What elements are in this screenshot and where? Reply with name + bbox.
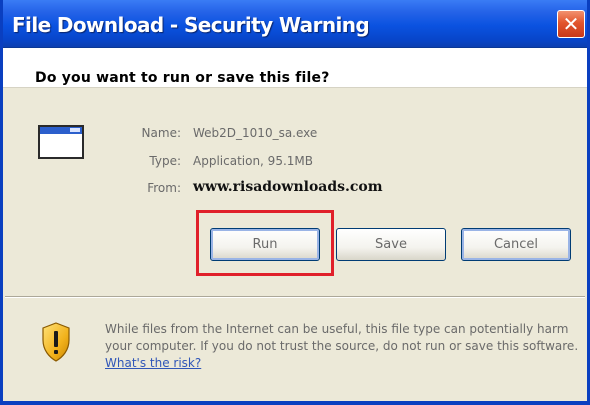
save-button[interactable]: Save (336, 228, 446, 261)
separator (5, 296, 585, 298)
close-icon: ✕ (562, 12, 580, 36)
save-button-label: Save (375, 237, 407, 252)
dialog-question: Do you want to run or save this file? (35, 70, 330, 86)
type-value: Application, 95.1MB (193, 154, 313, 168)
icon-window-buttons (70, 128, 80, 132)
cancel-button-label: Cancel (493, 237, 539, 252)
type-label: Type: (149, 154, 181, 168)
name-label: Name: (141, 126, 181, 140)
from-label: From: (147, 181, 181, 195)
run-button-label: Run (252, 237, 278, 252)
application-window-icon (38, 125, 84, 159)
name-value: Web2D_1010_sa.exe (193, 126, 318, 140)
window-title: File Download - Security Warning (12, 13, 370, 37)
security-warning-text: While files from the Internet can be use… (105, 321, 583, 372)
from-value: www.risadownloads.com (193, 179, 383, 195)
dialog-header: Do you want to run or save this file? (3, 48, 587, 88)
shield-warning-icon (42, 322, 70, 362)
whats-the-risk-link[interactable]: What's the risk? (105, 356, 201, 370)
warning-message: While files from the Internet can be use… (105, 322, 579, 353)
title-bar[interactable]: File Download - Security Warning ✕ (3, 0, 587, 48)
close-button[interactable]: ✕ (557, 10, 585, 38)
cancel-button[interactable]: Cancel (461, 228, 571, 261)
run-button[interactable]: Run (210, 228, 320, 261)
security-warning-dialog: File Download - Security Warning ✕ Do yo… (0, 0, 590, 405)
